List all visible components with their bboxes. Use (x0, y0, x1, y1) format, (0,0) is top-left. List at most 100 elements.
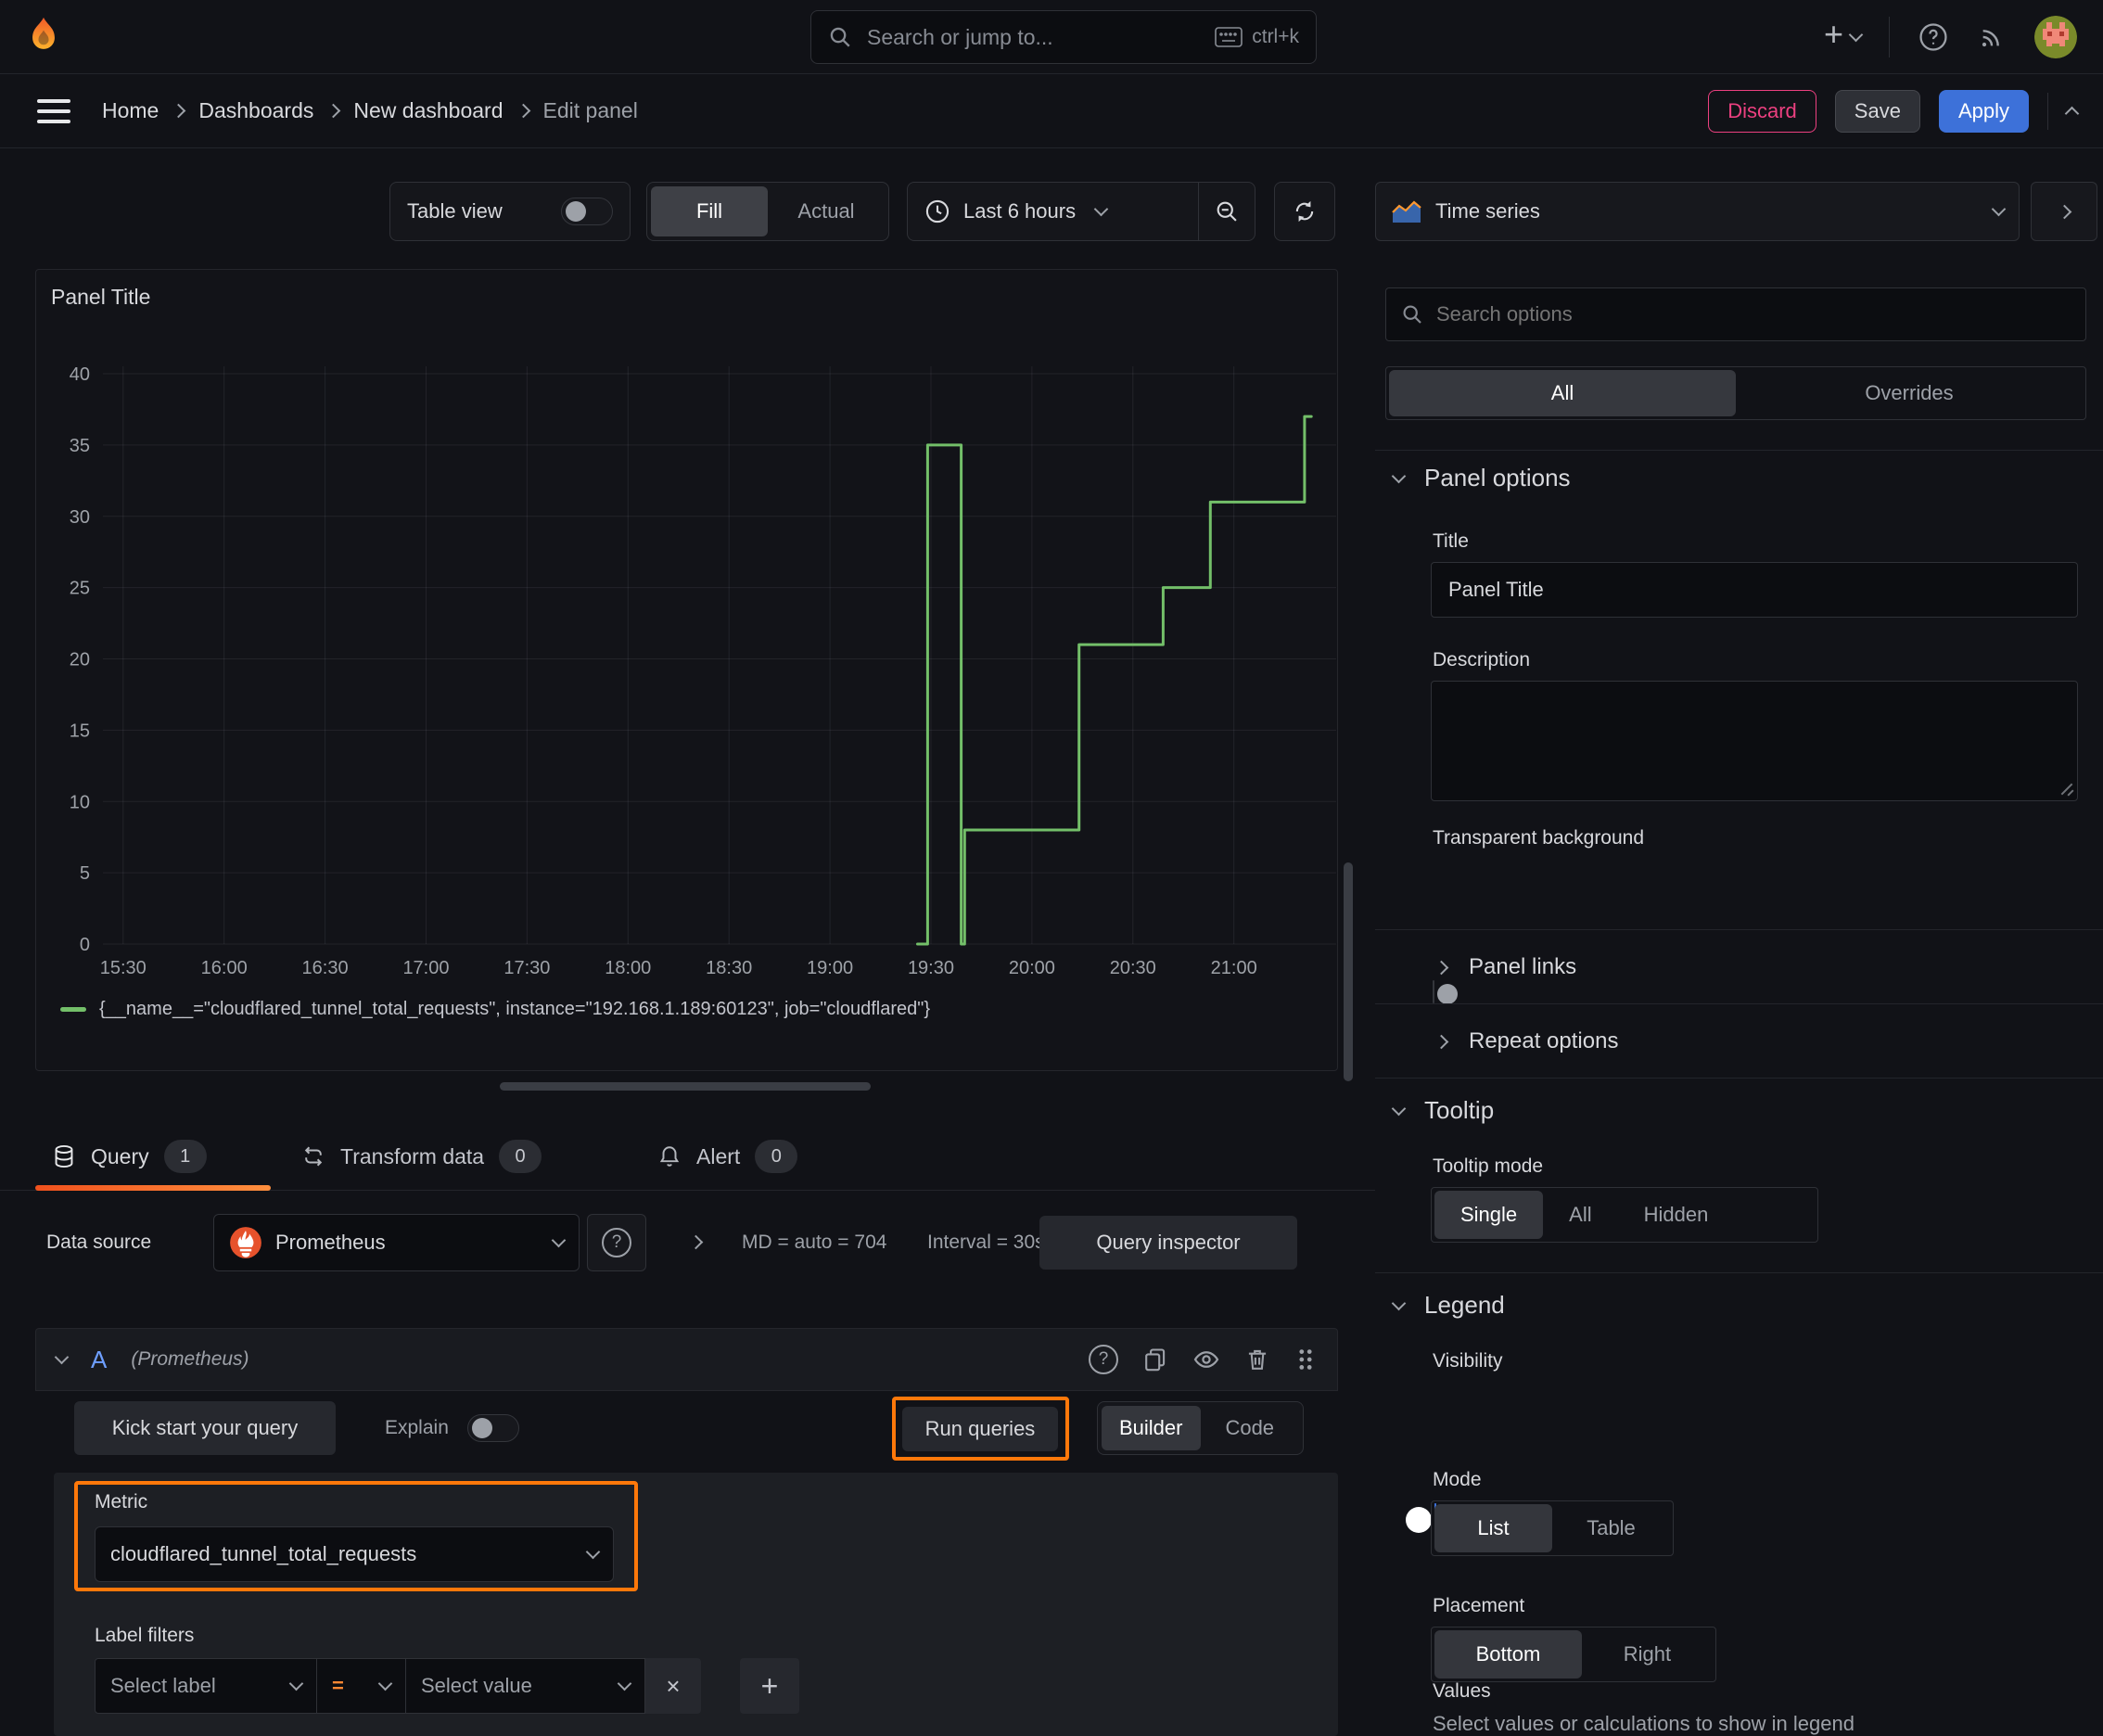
legend-section-header[interactable]: Legend (1391, 1291, 1505, 1320)
query-inspector-button[interactable]: Query inspector (1039, 1216, 1297, 1270)
prometheus-icon (230, 1227, 261, 1258)
transparent-bg-toggle[interactable] (1433, 980, 1458, 1004)
divider (1375, 1003, 2103, 1004)
add-filter-button[interactable]: + (740, 1658, 799, 1714)
run-queries-button[interactable]: Run queries (902, 1407, 1058, 1451)
tooltip-all-option[interactable]: All (1543, 1191, 1617, 1239)
kick-start-button[interactable]: Kick start your query (74, 1401, 336, 1455)
panel-options-section-header[interactable]: Panel options (1391, 464, 1571, 492)
horizontal-scrollbar[interactable] (500, 1082, 871, 1091)
select-label-dropdown[interactable]: Select label (95, 1658, 317, 1714)
time-range-picker[interactable]: Last 6 hours (908, 183, 1198, 240)
tooltip-section-header[interactable]: Tooltip (1391, 1096, 1494, 1125)
visualization-picker[interactable]: Time series (1375, 182, 2020, 241)
panel-description-input[interactable] (1431, 681, 2078, 801)
chevron-down-icon (1391, 1296, 1407, 1310)
vertical-scrollbar[interactable] (1344, 862, 1353, 1081)
help-button[interactable] (1918, 21, 1949, 53)
new-menu-button[interactable]: + (1824, 18, 1864, 51)
builder-code-switch: Builder Code (1097, 1401, 1304, 1455)
news-button[interactable] (1977, 22, 2007, 52)
duplicate-query-icon[interactable] (1142, 1347, 1168, 1372)
legend-table-option[interactable]: Table (1552, 1504, 1670, 1552)
chart-canvas[interactable]: 0 5 10 15 20 25 30 35 40 15:30 16:00 16:30 17:00 17:3… (36, 270, 1339, 1072)
actual-option[interactable]: Actual (768, 186, 885, 236)
expand-options-icon[interactable] (688, 1234, 704, 1250)
query-interval: Interval = 30s (927, 1232, 1045, 1253)
bell-icon (659, 1146, 680, 1167)
legend-list-option[interactable]: List (1434, 1504, 1552, 1552)
query-help-button[interactable]: ? (1089, 1345, 1118, 1374)
code-option[interactable]: Code (1201, 1406, 1300, 1450)
options-search-input[interactable] (1436, 302, 2071, 326)
grafana-logo-icon[interactable] (22, 16, 65, 58)
mega-menu-button[interactable] (37, 98, 70, 123)
zoom-out-icon (1217, 201, 1237, 222)
chevron-right-icon (172, 103, 186, 119)
tab-overrides[interactable]: Overrides (1736, 370, 2083, 416)
repeat-options-section[interactable]: Repeat options (1434, 1020, 1618, 1063)
remove-filter-button[interactable]: × (645, 1658, 701, 1714)
search-input[interactable] (865, 23, 1203, 51)
tab-transform-data[interactable]: Transform data 0 (301, 1122, 542, 1191)
tooltip-single-option[interactable]: Single (1434, 1191, 1544, 1239)
collapse-options-icon[interactable] (2064, 106, 2080, 121)
svg-text:18:30: 18:30 (706, 958, 752, 978)
svg-text:15:30: 15:30 (100, 958, 147, 978)
svg-text:35: 35 (70, 436, 90, 456)
discard-button[interactable]: Discard (1708, 89, 1816, 133)
panel-title-input[interactable] (1431, 562, 2078, 618)
chevron-down-icon (1391, 1101, 1407, 1116)
breadcrumb-edit-panel: Edit panel (542, 98, 638, 122)
tab-all-options[interactable]: All (1389, 370, 1736, 416)
table-view-toggle[interactable] (561, 198, 613, 225)
tab-alert[interactable]: Alert 0 (657, 1122, 798, 1191)
tab-query[interactable]: Query 1 (52, 1122, 207, 1191)
panel-links-section[interactable]: Panel links (1434, 946, 1576, 989)
data-source-value: Prometheus (275, 1231, 386, 1254)
fill-option[interactable]: Fill (651, 186, 768, 236)
breadcrumb-home[interactable]: Home (102, 98, 159, 123)
options-search[interactable] (1385, 287, 2086, 341)
hide-query-icon[interactable] (1192, 1346, 1220, 1373)
placement-right-option[interactable]: Right (1582, 1630, 1713, 1679)
metric-select[interactable]: cloudflared_tunnel_total_requests (95, 1526, 614, 1582)
breadcrumb-dashboards[interactable]: Dashboards (198, 98, 313, 123)
chevron-right-icon (326, 103, 341, 119)
data-source-picker[interactable]: Prometheus (213, 1214, 580, 1271)
grafana-edit-panel: ctrl+k + (0, 0, 2103, 1736)
divider (2047, 92, 2048, 130)
builder-option[interactable]: Builder (1102, 1406, 1201, 1450)
resize-grip-icon[interactable] (2059, 781, 2074, 796)
apply-button[interactable]: Apply (1938, 89, 2029, 133)
svg-text:20:30: 20:30 (1110, 958, 1156, 978)
drag-handle-icon[interactable] (1294, 1347, 1317, 1372)
divider (1375, 929, 2103, 930)
global-search[interactable]: ctrl+k (810, 10, 1317, 64)
toggle-viz-suggestions-button[interactable] (2031, 182, 2097, 241)
table-view-control: Table view (389, 182, 631, 241)
explain-control: Explain (385, 1401, 519, 1455)
query-row-header[interactable]: A (Prometheus) ? (35, 1328, 1338, 1391)
database-icon (55, 1144, 73, 1168)
chevron-down-icon (1991, 201, 2007, 217)
explain-toggle[interactable] (466, 1414, 519, 1442)
svg-text:0: 0 (80, 935, 90, 955)
operator-dropdown[interactable]: = (317, 1658, 406, 1714)
refresh-button[interactable] (1274, 182, 1335, 241)
tab-alert-label: Alert (696, 1143, 741, 1168)
data-source-help-button[interactable]: ? (587, 1214, 646, 1271)
breadcrumb-new-dashboard[interactable]: New dashboard (353, 98, 503, 123)
select-value-dropdown[interactable]: Select value (406, 1658, 645, 1714)
svg-text:5: 5 (80, 863, 90, 884)
chart-legend[interactable]: {__name__="cloudflared_tunnel_total_requ… (60, 999, 930, 1020)
keyboard-icon (1215, 27, 1243, 47)
zoom-out-button[interactable] (1199, 183, 1255, 240)
placement-bottom-option[interactable]: Bottom (1434, 1630, 1582, 1679)
save-button[interactable]: Save (1834, 89, 1920, 133)
delete-query-icon[interactable] (1244, 1347, 1270, 1372)
transform-icon (304, 1146, 323, 1167)
tooltip-hidden-option[interactable]: Hidden (1618, 1191, 1735, 1239)
user-avatar[interactable] (2034, 16, 2077, 58)
series-label: {__name__="cloudflared_tunnel_total_requ… (99, 999, 931, 1019)
